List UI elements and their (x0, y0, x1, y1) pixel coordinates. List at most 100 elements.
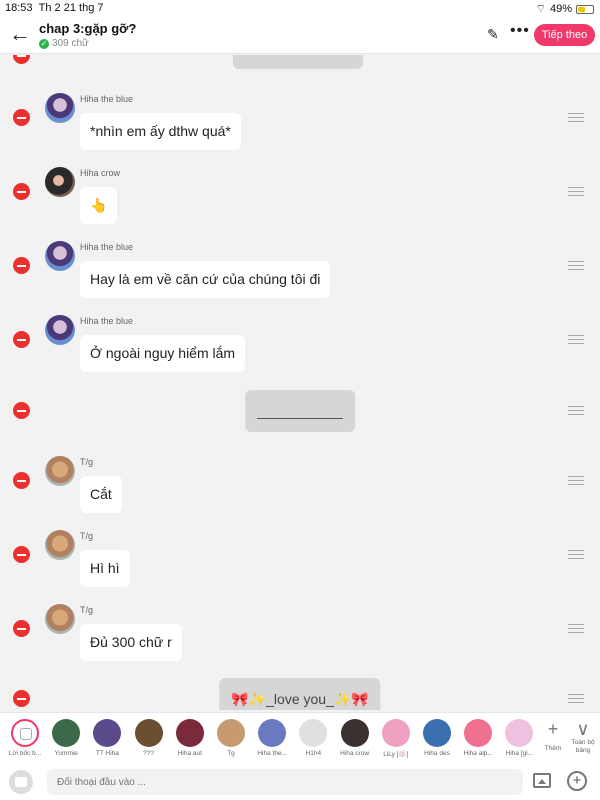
all-characters-button[interactable]: ∨ Toàn bộ bảng (568, 719, 598, 755)
character-label: TT Hiha (95, 750, 119, 757)
status-right: ⌔ 49% (536, 2, 594, 16)
character-item[interactable]: ??? (129, 719, 169, 757)
delete-icon[interactable] (13, 109, 30, 126)
message-bubble[interactable]: 👆 (80, 187, 118, 224)
character-item[interactable]: Tg (211, 719, 251, 757)
narration-bubble[interactable]: 🎀✨_love you_✨🎀 (219, 678, 381, 710)
character-item[interactable]: Hiha aut (170, 719, 210, 757)
chat-area[interactable]: Hiha the blue *nhìn em ấy dthw quá* Hiha c… (0, 55, 600, 710)
character-item[interactable]: Yummie (46, 719, 86, 757)
sender-name: Hiha the blue (80, 94, 134, 104)
previous-narration-bubble[interactable] (233, 55, 363, 69)
check-icon: ✓ (39, 38, 49, 49)
drag-handle-icon[interactable] (568, 261, 584, 273)
character-avatar (217, 719, 245, 747)
delete-icon[interactable] (13, 183, 30, 200)
message-bubble[interactable]: Đủ 300 chữ r (80, 624, 182, 661)
character-avatar (299, 719, 328, 747)
character-avatar (464, 719, 493, 747)
next-button[interactable]: Tiếp theo (534, 24, 595, 46)
character-avatar (258, 719, 287, 747)
add-character-button[interactable]: + Thêm (538, 719, 568, 759)
image-icon[interactable] (533, 773, 551, 788)
character-item[interactable]: H1h4 (293, 719, 333, 757)
edit-icon[interactable]: ✎ (487, 26, 499, 43)
sender-name: T/g (80, 531, 94, 541)
delete-icon[interactable] (13, 55, 30, 64)
message-bubble[interactable]: Ở ngoài nguy hiểm lắm (80, 335, 246, 372)
character-label: Tg (227, 750, 235, 757)
more-icon[interactable]: ••• (510, 22, 530, 40)
character-label: Yummie (54, 750, 78, 757)
delete-icon[interactable] (13, 620, 30, 637)
character-label: H1h4 (305, 750, 322, 757)
character-item[interactable]: Hiha the... (252, 719, 292, 757)
avatar[interactable] (45, 241, 75, 271)
character-item[interactable]: Lời bốc b... (5, 719, 45, 757)
delete-icon[interactable] (13, 402, 30, 419)
chat-panel (33, 55, 553, 710)
drag-handle-icon[interactable] (568, 406, 584, 418)
sender-name: Hiha the blue (80, 242, 134, 252)
character-label: Hiha alp... (463, 750, 493, 757)
avatar[interactable] (45, 93, 75, 123)
character-label: Hiha aut (177, 750, 202, 757)
drag-handle-icon[interactable] (568, 550, 584, 562)
character-avatar (340, 719, 369, 747)
narration-bubble[interactable]: ___________ (245, 390, 355, 432)
character-avatar (52, 719, 81, 747)
chapter-title: chap 3:gặp gỡ? (39, 21, 137, 36)
avatar[interactable] (45, 530, 75, 560)
status-time: 18:53 Th 2 21 thg 7 (5, 2, 104, 14)
avatar[interactable] (45, 604, 75, 634)
message-bubble[interactable]: *nhìn em ấy dthw quá* (80, 113, 241, 150)
drag-handle-icon[interactable] (568, 113, 584, 125)
character-item[interactable]: Hiha crow (335, 719, 375, 757)
character-avatar (423, 719, 451, 747)
character-avatar (505, 719, 534, 747)
message-bubble[interactable]: Cắt (80, 476, 122, 513)
character-item[interactable]: Hiha [gi... (499, 719, 539, 757)
character-item[interactable]: Hiha des (417, 719, 457, 757)
dialogue-input[interactable] (47, 769, 523, 795)
sender-name: Hiha the blue (80, 316, 134, 326)
all-characters-label: Toàn bộ bảng (571, 739, 595, 754)
drag-handle-icon[interactable] (568, 476, 584, 488)
word-count: ✓ 309 chữ (39, 38, 89, 49)
chat-mode-icon[interactable] (9, 770, 33, 794)
message-bubble[interactable]: Hì hì (80, 550, 130, 587)
battery-icon (576, 4, 594, 14)
character-label: Hiha [gi... (505, 750, 534, 757)
character-avatar (134, 719, 163, 747)
battery-text: 49% (549, 3, 572, 15)
plus-icon[interactable]: + (567, 771, 587, 791)
character-avatar (175, 719, 204, 747)
sender-name: T/g (80, 457, 94, 467)
delete-icon[interactable] (13, 546, 30, 563)
character-label: LiLy [🍥] (383, 751, 409, 758)
character-bar: Lời bốc b... Yummie TT Hiha??? Hiha aut Tg Hi… (0, 712, 600, 764)
avatar[interactable] (45, 456, 75, 486)
character-label: Hiha des (424, 750, 450, 757)
drag-handle-icon[interactable] (568, 694, 584, 706)
drag-handle-icon[interactable] (568, 187, 584, 199)
narrator-icon (11, 719, 39, 747)
drag-handle-icon[interactable] (568, 624, 584, 636)
message-bubble[interactable]: Hay là em về căn cứ của chúng tôi đi (80, 261, 331, 298)
status-bar: 18:53 Th 2 21 thg 7 ⌔ 49% (0, 0, 600, 16)
delete-icon[interactable] (13, 472, 30, 489)
avatar[interactable] (45, 315, 75, 345)
character-item[interactable]: LiLy [🍥] (376, 719, 416, 758)
delete-icon[interactable] (13, 257, 30, 274)
delete-icon[interactable] (13, 690, 30, 707)
chevron-down-icon: ∨ (576, 719, 590, 739)
character-avatar (381, 719, 410, 747)
avatar[interactable] (45, 167, 75, 197)
character-item[interactable]: Hiha alp... (458, 719, 498, 757)
character-label: ??? (143, 750, 155, 757)
add-character-label: Thêm (544, 745, 562, 752)
delete-icon[interactable] (13, 331, 30, 348)
character-item[interactable]: TT Hiha (87, 719, 127, 757)
drag-handle-icon[interactable] (568, 335, 584, 347)
back-button[interactable]: ← (9, 23, 31, 45)
